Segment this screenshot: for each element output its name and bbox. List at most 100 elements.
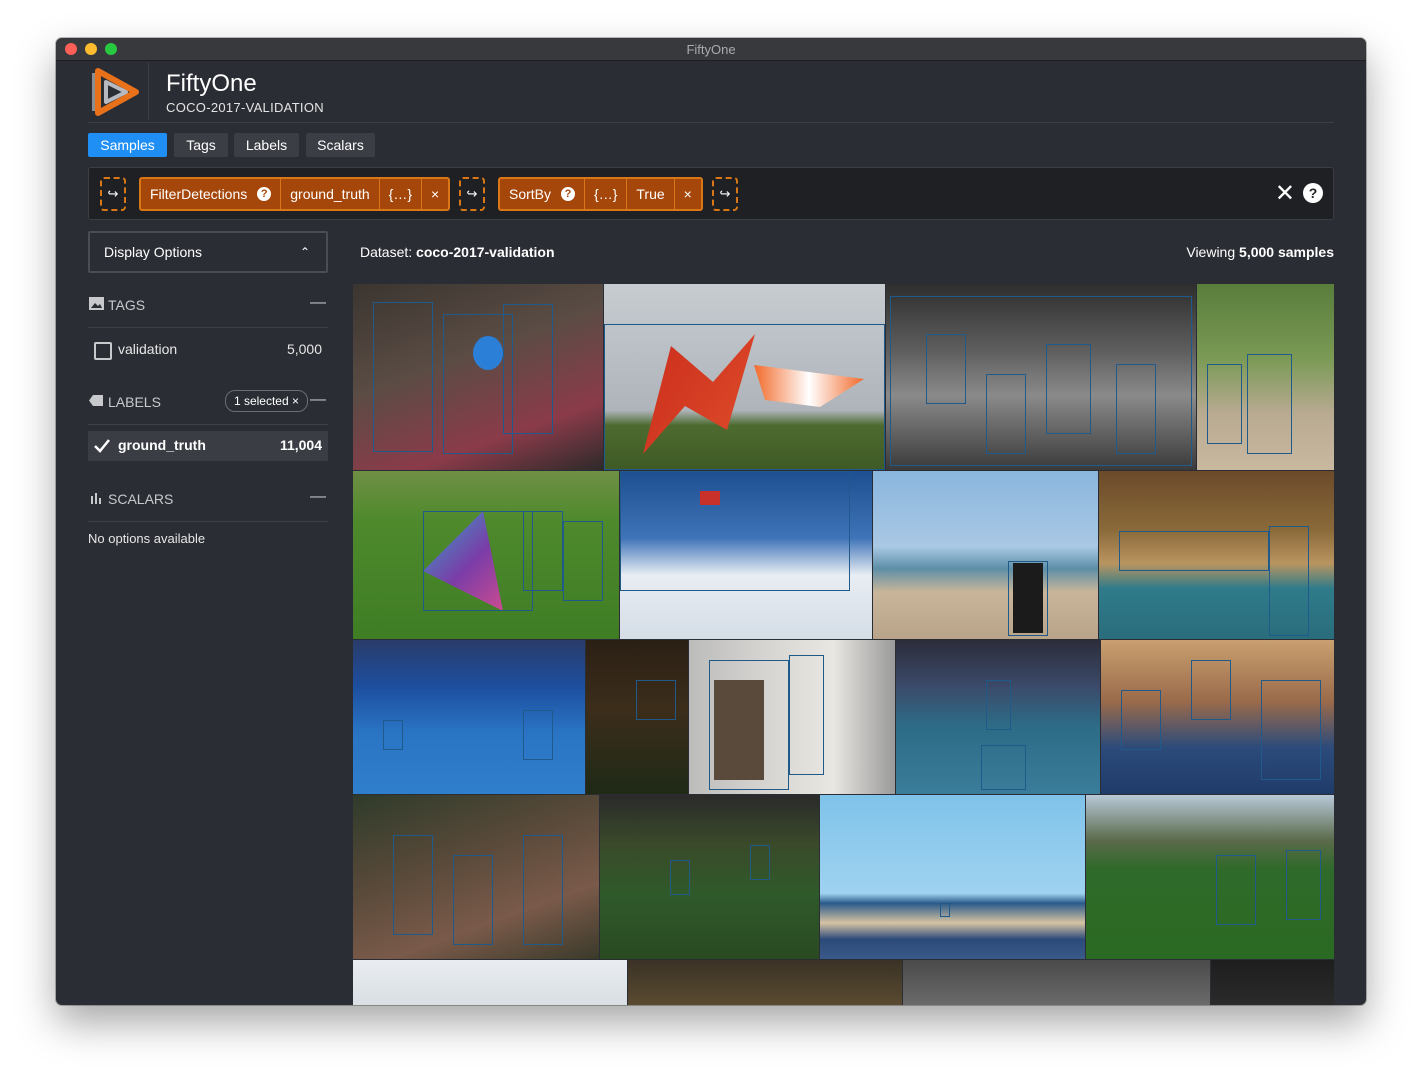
- selected-count-pill[interactable]: 1 selected ×: [224, 390, 308, 412]
- scalars-empty-text: No options available: [88, 531, 206, 546]
- dataset-name: COCO-2017-VALIDATION: [166, 100, 324, 115]
- stage-param[interactable]: ground_truth: [281, 179, 380, 209]
- bounding-box: [423, 511, 533, 611]
- bounding-box: [1269, 526, 1309, 636]
- bounding-box: [986, 374, 1026, 454]
- sample-thumbnail[interactable]: [353, 471, 619, 639]
- sample-thumbnail[interactable]: [600, 795, 819, 959]
- bounding-box: [981, 745, 1026, 790]
- close-icon[interactable]: ×: [422, 179, 448, 209]
- title-bar: FiftyOne: [56, 38, 1366, 61]
- stage-name[interactable]: SortBy ?: [500, 179, 586, 209]
- add-stage-icon[interactable]: ↪: [712, 177, 738, 211]
- help-icon[interactable]: ?: [1303, 183, 1323, 203]
- add-stage-icon[interactable]: ↪: [459, 177, 485, 211]
- bounding-box: [986, 680, 1011, 730]
- bounding-box: [926, 334, 966, 404]
- stage-param[interactable]: {…}: [380, 179, 423, 209]
- chevron-up-icon: ⌃: [299, 245, 310, 259]
- stage-param[interactable]: {…}: [585, 179, 628, 209]
- collapse-icon[interactable]: —: [310, 488, 326, 506]
- display-options-button[interactable]: Display Options ⌃: [88, 231, 328, 273]
- sample-thumbnail[interactable]: [353, 284, 603, 470]
- window-title: FiftyOne: [686, 42, 736, 57]
- person: [1013, 563, 1043, 633]
- check-icon[interactable]: [94, 439, 110, 453]
- sample-thumbnail[interactable]: [1101, 640, 1334, 794]
- labels-section-header[interactable]: LABELS 1 selected × —: [88, 390, 328, 425]
- scalars-section-header[interactable]: SCALARS —: [88, 488, 328, 522]
- sample-thumbnail[interactable]: [1086, 795, 1334, 959]
- sample-thumbnail[interactable]: [886, 284, 1196, 470]
- sample-thumbnail[interactable]: [820, 795, 1085, 959]
- bounding-box: [670, 860, 690, 895]
- stage-param[interactable]: True: [627, 179, 675, 209]
- sample-thumbnail[interactable]: [628, 960, 902, 1005]
- sample-thumbnail[interactable]: [903, 960, 1210, 1005]
- help-icon[interactable]: ?: [257, 187, 272, 201]
- viewing-label: Viewing: [1186, 244, 1236, 260]
- bounding-box: [636, 680, 676, 720]
- sample-thumbnail[interactable]: [1197, 284, 1334, 470]
- viewing-info: Viewing 5,000 samples: [1186, 244, 1334, 260]
- bounding-box: [393, 835, 433, 935]
- close-icon[interactable]: ×: [675, 179, 701, 209]
- display-options-label: Display Options: [104, 244, 203, 260]
- collapse-icon[interactable]: —: [310, 294, 326, 312]
- tag-label: validation: [118, 341, 178, 357]
- sample-thumbnail[interactable]: [353, 795, 599, 959]
- bounding-box: [1207, 364, 1242, 444]
- person: [714, 680, 764, 780]
- stage-sort-by: SortBy ? {…} True ×: [498, 177, 703, 211]
- brand-title: FiftyOne: [166, 70, 257, 97]
- tag-row-validation[interactable]: validation 5,000: [88, 335, 328, 365]
- label-row-ground-truth[interactable]: ground_truth 11,004: [88, 431, 328, 461]
- help-icon[interactable]: ?: [561, 187, 576, 201]
- bounding-box: [453, 855, 493, 945]
- sample-thumbnail[interactable]: [896, 640, 1100, 794]
- view-bar: ↪ FilterDetections ? ground_truth {…} × …: [88, 167, 1334, 220]
- bounding-box: [604, 324, 885, 470]
- tab-scalars[interactable]: Scalars: [306, 133, 375, 157]
- tab-labels[interactable]: Labels: [234, 133, 299, 157]
- bounding-box: [750, 845, 770, 880]
- tags-section-header[interactable]: TAGS —: [88, 294, 328, 328]
- scalars-icon: [91, 493, 101, 504]
- add-stage-icon[interactable]: ↪: [100, 177, 126, 211]
- sample-thumbnail[interactable]: [586, 640, 688, 794]
- label-count: 11,004: [279, 437, 322, 453]
- sample-thumbnail[interactable]: [873, 471, 1098, 639]
- stage-filter-detections: FilterDetections ? ground_truth {…} ×: [139, 177, 451, 211]
- bounding-box: [1121, 690, 1161, 750]
- tab-tags[interactable]: Tags: [174, 133, 228, 157]
- logo-icon: [92, 68, 139, 116]
- sample-thumbnail[interactable]: [620, 471, 872, 639]
- close-icon[interactable]: ✕: [1275, 182, 1295, 206]
- bounding-box: [1116, 364, 1156, 454]
- sample-thumbnail[interactable]: [689, 640, 895, 794]
- tags-section-title: TAGS: [108, 297, 146, 313]
- dataset-info: Dataset: coco-2017-validation: [360, 244, 555, 260]
- labels-icon: [89, 395, 103, 406]
- tab-samples[interactable]: Samples: [88, 133, 167, 157]
- viewing-value: 5,000 samples: [1239, 244, 1334, 260]
- sample-thumbnail[interactable]: [353, 960, 627, 1005]
- sample-thumbnail[interactable]: [1099, 471, 1334, 639]
- checkbox[interactable]: [94, 342, 112, 360]
- bounding-box: [1216, 855, 1256, 925]
- dataset-info-bar: Dataset: coco-2017-validation Viewing 5,…: [360, 244, 1334, 264]
- scalars-section-title: SCALARS: [108, 491, 174, 507]
- bounding-box: [383, 720, 403, 750]
- sample-thumbnail[interactable]: [604, 284, 885, 470]
- stage-name[interactable]: FilterDetections ?: [141, 179, 282, 209]
- bounding-box: [1247, 354, 1292, 454]
- bounding-box: [620, 471, 850, 591]
- sample-thumbnail[interactable]: [1211, 960, 1334, 1005]
- bounding-box: [789, 655, 824, 775]
- bounding-box: [1046, 344, 1091, 434]
- bounding-box: [503, 304, 553, 434]
- bounding-box: [523, 835, 563, 945]
- collapse-icon[interactable]: —: [310, 391, 326, 409]
- sample-thumbnail[interactable]: [353, 640, 585, 794]
- bounding-box: [563, 521, 603, 601]
